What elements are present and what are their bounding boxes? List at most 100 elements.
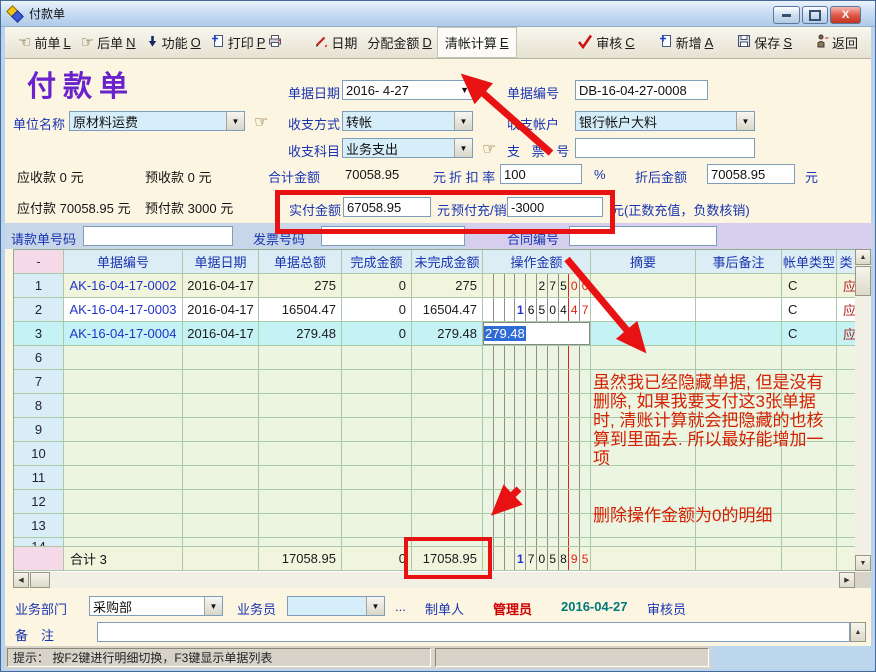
table-cell[interactable]	[591, 490, 696, 514]
table-cell[interactable]	[696, 418, 782, 442]
table-cell[interactable]: 0	[342, 274, 412, 298]
table-cell[interactable]	[782, 538, 837, 547]
table-cell[interactable]: 275	[412, 274, 483, 298]
doc-no-input[interactable]: DB-16-04-27-0008	[575, 80, 708, 100]
column-header[interactable]: 类	[837, 250, 856, 274]
add-button[interactable]: 新增A	[654, 30, 719, 55]
column-header[interactable]: -	[14, 250, 64, 274]
table-cell[interactable]	[183, 394, 259, 418]
table-cell[interactable]	[837, 370, 856, 394]
table-cell[interactable]	[837, 418, 856, 442]
table-cell[interactable]	[342, 394, 412, 418]
date-button[interactable]: 日期	[309, 30, 362, 55]
table-cell[interactable]: 3	[14, 322, 64, 346]
actual-pay-input[interactable]: 67058.95	[343, 197, 431, 217]
clerk-combo[interactable]: ▼	[287, 596, 385, 616]
table-row[interactable]: -单据编号单据日期单据总额完成金额未完成金额操作金额摘要事后备注帐单类型类	[14, 250, 856, 274]
table-cell[interactable]	[412, 346, 483, 370]
save-button[interactable]: 保存S	[732, 30, 797, 55]
table-cell[interactable]: AK-16-04-17-0002	[64, 274, 183, 298]
contract-no-input[interactable]	[569, 226, 717, 246]
table-cell[interactable]: 11	[14, 466, 64, 490]
table-cell[interactable]	[591, 322, 696, 346]
table-cell[interactable]	[259, 394, 342, 418]
table-cell[interactable]	[696, 490, 782, 514]
table-cell[interactable]	[483, 394, 591, 418]
table-cell[interactable]: 合计 3	[64, 547, 183, 571]
table-cell[interactable]	[183, 442, 259, 466]
table-cell[interactable]	[483, 490, 591, 514]
table-cell[interactable]	[696, 298, 782, 322]
table-cell[interactable]	[64, 346, 183, 370]
table-cell[interactable]	[591, 370, 696, 394]
table-cell[interactable]	[696, 514, 782, 538]
chevron-down-icon[interactable]: ▼	[454, 112, 472, 130]
table-cell[interactable]: 16504.47	[412, 298, 483, 322]
table-cell[interactable]	[837, 538, 856, 547]
table-cell[interactable]	[259, 538, 342, 547]
table-row[interactable]: 6	[14, 346, 856, 370]
more-dots[interactable]: ...	[395, 599, 406, 614]
table-row[interactable]: 2AK-16-04-17-00032016-04-1716504.4701650…	[14, 298, 856, 322]
table-cell[interactable]: 9	[14, 418, 64, 442]
operation-amount-editbox[interactable]: 279.48	[483, 322, 590, 345]
table-cell[interactable]	[64, 538, 183, 547]
close-button[interactable]: X	[830, 6, 861, 24]
table-cell[interactable]	[259, 490, 342, 514]
pay-method-combo[interactable]: 转帐▼	[342, 111, 473, 131]
table-cell[interactable]	[342, 418, 412, 442]
allocate-amount-button[interactable]: 分配金额D	[362, 30, 436, 55]
prev-doc-button[interactable]: ☜前单L	[13, 30, 76, 55]
table-cell[interactable]	[696, 370, 782, 394]
table-cell[interactable]	[64, 466, 183, 490]
table-cell[interactable]	[591, 418, 696, 442]
table-cell[interactable]: C	[782, 322, 837, 346]
table-cell[interactable]	[483, 370, 591, 394]
table-cell[interactable]	[342, 514, 412, 538]
cheque-input[interactable]	[575, 138, 755, 158]
chevron-down-icon[interactable]: ▼	[204, 597, 222, 615]
doc-date-input[interactable]: 2016- 4-27▼	[342, 80, 473, 100]
table-cell[interactable]	[782, 442, 837, 466]
table-cell[interactable]	[696, 466, 782, 490]
table-row[interactable]: 1AK-16-04-17-00022016-04-17275027527500C…	[14, 274, 856, 298]
table-cell[interactable]: 0	[342, 547, 412, 571]
table-cell[interactable]: 0	[342, 298, 412, 322]
table-cell[interactable]	[412, 370, 483, 394]
table-row[interactable]: 11	[14, 466, 856, 490]
dept-combo[interactable]: 采购部▼	[89, 596, 223, 616]
table-row[interactable]: 3AK-16-04-17-00042016-04-17279.480279.48…	[14, 322, 856, 346]
table-cell[interactable]	[342, 490, 412, 514]
column-header[interactable]: 完成金额	[342, 250, 412, 274]
table-cell[interactable]	[412, 418, 483, 442]
table-cell[interactable]	[64, 442, 183, 466]
table-cell[interactable]	[782, 490, 837, 514]
table-cell[interactable]	[412, 466, 483, 490]
table-cell[interactable]	[837, 490, 856, 514]
clear-account-calc-button[interactable]: 清帐计算E	[437, 27, 517, 58]
table-cell[interactable]	[483, 346, 591, 370]
table-cell[interactable]	[696, 442, 782, 466]
discount-rate-input[interactable]: 100	[500, 164, 582, 184]
table-cell[interactable]	[183, 538, 259, 547]
table-cell[interactable]: C	[782, 298, 837, 322]
table-row[interactable]: 10	[14, 442, 856, 466]
table-cell[interactable]	[183, 490, 259, 514]
return-button[interactable]: 返回	[811, 30, 863, 55]
table-cell[interactable]: 1650447	[483, 298, 591, 322]
table-cell[interactable]: 2016-04-17	[183, 298, 259, 322]
table-cell[interactable]	[259, 346, 342, 370]
table-cell[interactable]	[591, 538, 696, 547]
table-cell[interactable]	[837, 442, 856, 466]
table-row[interactable]: 12	[14, 490, 856, 514]
table-cell[interactable]: 2016-04-17	[183, 274, 259, 298]
table-cell[interactable]	[183, 370, 259, 394]
table-cell[interactable]	[696, 346, 782, 370]
horizontal-scrollbar[interactable]: ◀ ▶	[13, 572, 855, 588]
scroll-down-button[interactable]: ▼	[855, 555, 871, 571]
table-cell[interactable]	[696, 322, 782, 346]
table-cell[interactable]	[696, 394, 782, 418]
table-cell[interactable]	[591, 547, 696, 571]
table-cell[interactable]	[483, 442, 591, 466]
table-cell[interactable]	[483, 538, 591, 547]
